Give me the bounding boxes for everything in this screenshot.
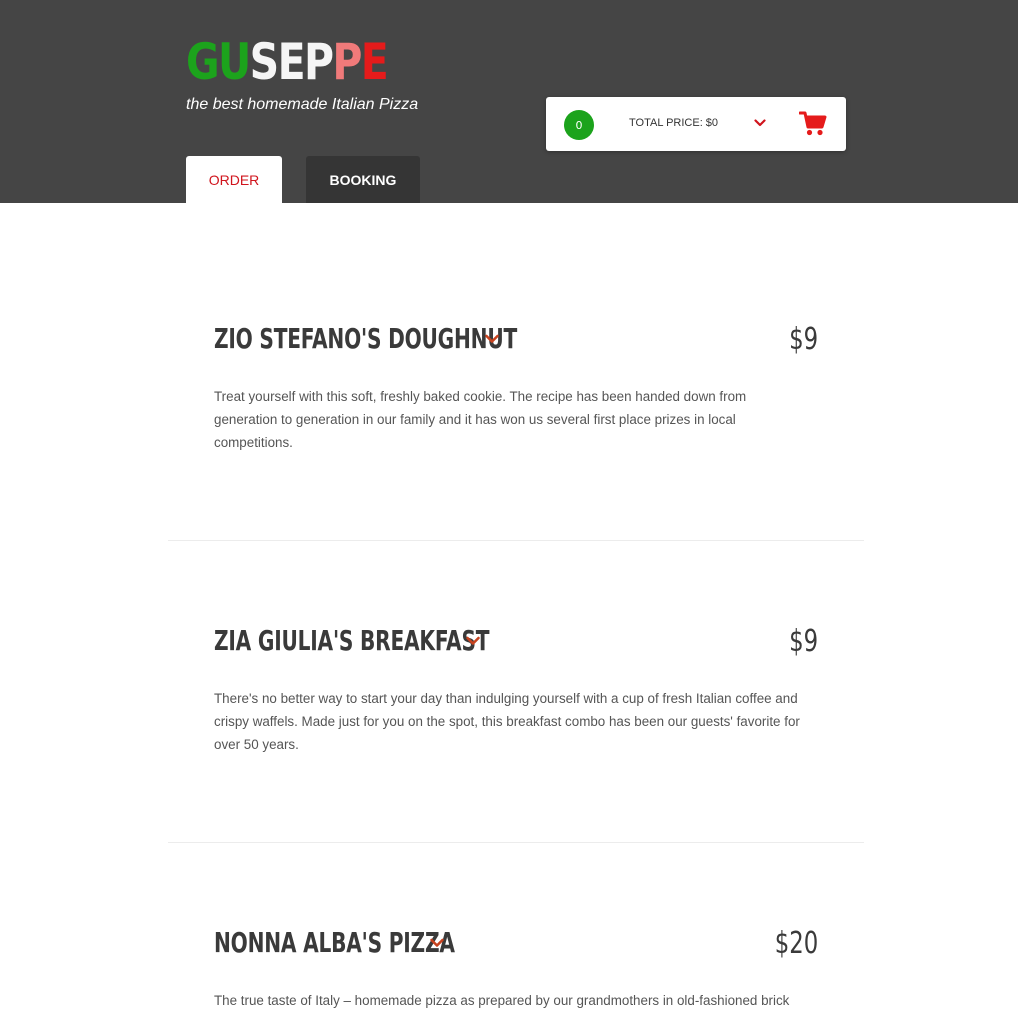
menu-item-title[interactable]: NONNA ALBA'S PIZZA: [214, 926, 455, 959]
tab-booking[interactable]: BOOKING: [306, 156, 420, 203]
cart-count-badge: 0: [564, 110, 594, 140]
logo-letter: S: [249, 33, 280, 91]
logo-letter: P: [303, 33, 334, 91]
menu-item-description: There's no better way to start your day …: [214, 691, 800, 752]
menu-item-description: The true taste of Italy – homemade pizza…: [214, 993, 790, 1008]
menu-item-title[interactable]: ZIA GIULIA'S BREAKFAST: [214, 624, 490, 657]
site-header: GUSEPPE the best homemade Italian Pizza …: [0, 0, 1018, 203]
chevron-down-icon[interactable]: [465, 633, 481, 649]
logo-letter: G: [186, 33, 220, 91]
tab-order[interactable]: ORDER: [186, 156, 282, 203]
menu-item-title[interactable]: ZIO STEFANO'S DOUGHNUT: [214, 322, 517, 355]
cart-summary: 0 TOTAL PRICE: $0: [546, 97, 846, 151]
divider: [168, 540, 864, 541]
shopping-cart-icon[interactable]: [799, 111, 827, 137]
brand-tagline: the best homemade Italian Pizza: [186, 96, 419, 113]
logo-letter: E: [360, 33, 389, 91]
menu-item-price: $9: [788, 624, 818, 659]
chevron-down-icon[interactable]: [484, 331, 500, 347]
menu-item-price: $9: [788, 322, 818, 357]
chevron-down-icon[interactable]: [429, 935, 445, 951]
cart-total-price: TOTAL PRICE: $0: [629, 117, 719, 129]
brand-logo[interactable]: GUSEPPE: [186, 33, 389, 91]
menu-item-price: $20: [774, 926, 818, 961]
divider: [168, 842, 864, 843]
chevron-down-icon[interactable]: [753, 116, 767, 130]
logo-letter: U: [218, 33, 251, 91]
logo-letter: P: [332, 33, 362, 91]
menu-item-description: Treat yourself with this soft, freshly b…: [214, 389, 747, 450]
logo-letter: E: [277, 33, 306, 91]
